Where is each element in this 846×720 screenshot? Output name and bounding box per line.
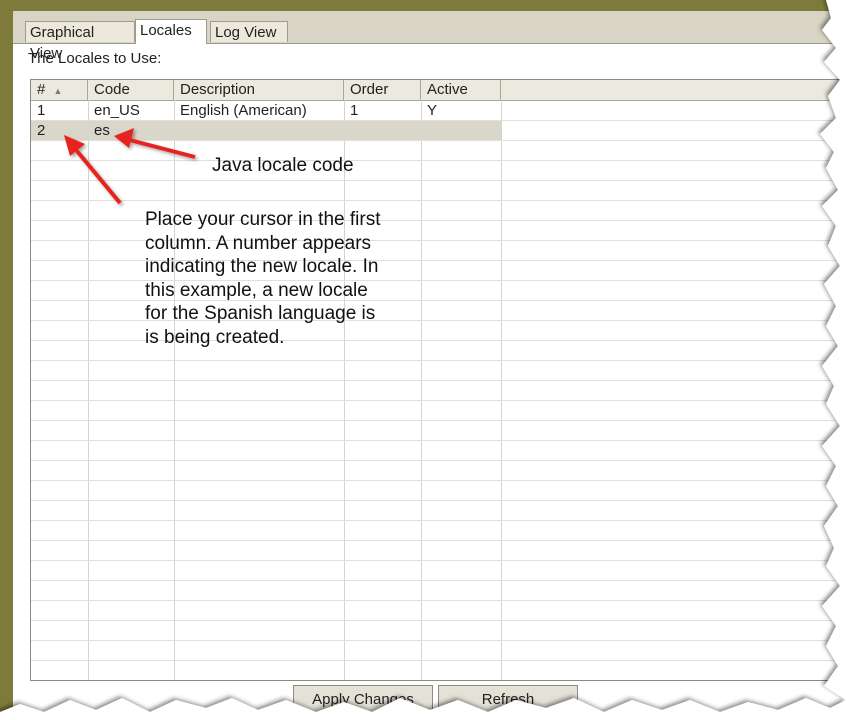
locales-grid[interactable]: # ▲ Code Description Order Active 1 en_U… [30,79,846,681]
grid-row-divider [31,480,846,481]
apply-changes-button[interactable]: Apply Changes [293,685,433,715]
sort-ascending-icon: ▲ [53,86,63,96]
cell-description[interactable]: English (American) [174,101,344,120]
column-header-number[interactable]: # ▲ [31,80,88,100]
grid-row-divider [31,380,846,381]
column-header-number-label: # [37,81,46,98]
cell-code[interactable]: es [88,121,174,140]
grid-row-divider [31,140,846,141]
column-header-code[interactable]: Code [88,80,174,100]
tab-graphical-view[interactable]: Graphical View [25,21,135,62]
grid-row-divider [31,560,846,561]
grid-row-divider [31,440,846,441]
grid-column-divider [421,100,422,680]
grid-row-divider [31,200,846,201]
grid-row-divider [31,360,846,361]
grid-row-divider [31,180,846,181]
grid-row-divider [31,500,846,501]
grid-row-divider [31,420,846,421]
cell-active[interactable] [421,121,501,140]
refresh-button[interactable]: Refresh [438,685,578,715]
java-locale-code-note: Java locale code [212,155,354,176]
column-header-order[interactable]: Order [344,80,421,100]
column-header-active[interactable]: Active [421,80,501,100]
tab-log-view[interactable]: Log View [210,21,288,42]
cell-number[interactable]: 1 [31,101,88,120]
grid-row-divider [31,540,846,541]
cell-active[interactable]: Y [421,101,501,120]
cell-order[interactable]: 1 [344,101,421,120]
grid-column-divider [174,100,175,680]
grid-column-divider [88,100,89,680]
tab-locales[interactable]: Locales [135,19,207,44]
grid-row-divider [31,520,846,521]
grid-row-divider [31,460,846,461]
cell-order[interactable] [344,121,421,140]
column-header-description[interactable]: Description [174,80,344,100]
grid-header: # ▲ Code Description Order Active [31,80,846,101]
grid-column-divider [501,100,502,680]
table-row[interactable]: 1 en_US English (American) 1 Y [31,101,501,120]
section-label: The Locales to Use: [28,50,162,67]
grid-row-divider [31,600,846,601]
cell-code[interactable]: en_US [88,101,174,120]
grid-row-divider [31,640,846,641]
grid-row-divider [31,160,846,161]
table-row[interactable]: 2 es [31,121,501,140]
cell-number[interactable]: 2 [31,121,88,140]
grid-column-divider [344,100,345,680]
grid-row-divider [31,660,846,661]
grid-row-divider [31,620,846,621]
cell-description[interactable] [174,121,344,140]
grid-row-divider [31,400,846,401]
cursor-instruction-note: Place your cursor in the first column. A… [145,209,381,348]
grid-row-divider [31,580,846,581]
